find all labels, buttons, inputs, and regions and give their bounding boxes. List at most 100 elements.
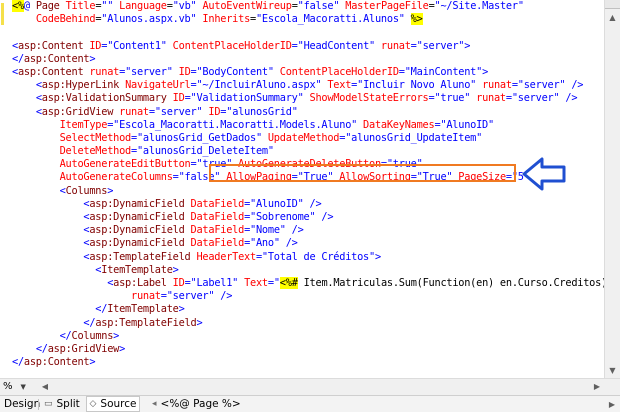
code-line[interactable]: </asp:Content> xyxy=(12,356,604,369)
code-token: "Escola_Macoratti.Alunos" xyxy=(255,13,405,26)
scroll-up-icon[interactable]: ▲ xyxy=(605,9,620,25)
code-editor[interactable]: <%@ Page Title="" Language="vb" AutoEven… xyxy=(0,0,604,378)
code-token: ItemType xyxy=(59,118,108,131)
code-token: "Nome" xyxy=(250,224,286,237)
code-token: HeaderText xyxy=(196,250,256,263)
code-token: asp:Content xyxy=(17,65,84,78)
code-line[interactable]: <asp:Content ID="Content1" ContentPlaceH… xyxy=(12,40,604,53)
code-line[interactable]: ItemType="Escola_Macoratti.Macoratti.Mod… xyxy=(12,119,604,132)
code-line[interactable]: DeleteMethod="alunosGrid_DeleteItem" xyxy=(12,145,604,158)
code-line[interactable]: runat="server" /> xyxy=(12,290,604,303)
code-line[interactable]: SelectMethod="alunosGrid_GetDados" Updat… xyxy=(12,132,604,145)
code-token: runat xyxy=(482,79,512,92)
code-token: "server" xyxy=(416,39,465,52)
code-token: "alunosGrid_GetDados" xyxy=(136,131,262,144)
code-token: AutoGenerateColumns xyxy=(59,171,173,184)
code-token: "Content1" xyxy=(107,39,167,52)
code-token: ID xyxy=(89,39,102,52)
code-token: ID xyxy=(172,276,185,289)
code-token: DataField xyxy=(190,224,245,237)
code-line[interactable]: <Columns> xyxy=(12,185,604,198)
code-token: UpdateMethod xyxy=(267,131,340,144)
code-token: DataField xyxy=(190,211,245,223)
highlight-box-paging-attributes xyxy=(209,164,516,182)
code-token: > xyxy=(89,52,96,65)
breadcrumb-scroll-right-icon[interactable]: ▶ xyxy=(606,398,618,410)
code-token: DataKeyNames xyxy=(363,118,435,131)
code-token: asp:ValidationSummary xyxy=(41,92,167,105)
code-line[interactable]: <ItemTemplate> xyxy=(12,264,604,277)
code-line[interactable]: <asp:Content runat="server" ID="BodyCont… xyxy=(12,66,604,79)
splitter-handle[interactable] xyxy=(605,0,620,9)
code-line[interactable] xyxy=(12,26,604,39)
code-token: <%# xyxy=(279,276,298,289)
code-line[interactable]: </Columns> xyxy=(12,330,604,343)
code-token: runat xyxy=(89,65,120,78)
code-line[interactable]: </asp:TemplateField> xyxy=(12,317,604,330)
code-line[interactable]: </ItemTemplate> xyxy=(12,303,604,316)
scroll-down-icon[interactable]: ▼ xyxy=(605,362,620,378)
code-line[interactable]: <asp:DynamicField DataField="Sobrenome" … xyxy=(12,211,604,224)
code-line[interactable]: </asp:GridView> xyxy=(12,343,604,356)
vertical-scrollbar[interactable]: ▲ ▼ xyxy=(604,0,620,378)
code-token: runat xyxy=(131,290,161,303)
code-token: Item.Matriculas.Sum(Function(en) en.Curs… xyxy=(297,276,604,289)
scroll-right-icon[interactable]: ▶ xyxy=(590,379,604,394)
code-token: "Label1" xyxy=(190,276,239,289)
code-token: > xyxy=(172,263,179,276)
scrollbar-corner xyxy=(604,379,620,394)
code-token: </ xyxy=(95,303,108,316)
code-token: Page xyxy=(35,0,60,12)
breadcrumb-item[interactable]: <%@ Page %> xyxy=(161,398,241,410)
code-token: Language xyxy=(119,0,167,12)
code-line[interactable]: <asp:DynamicField DataField="AlunoID" /> xyxy=(12,198,604,211)
code-token: NavigateUrl xyxy=(125,79,191,92)
code-token: asp:DynamicField xyxy=(89,237,185,250)
code-line[interactable]: <%@ Page Title="" Language="vb" AutoEven… xyxy=(12,0,604,13)
code-token: "HeadContent" xyxy=(297,39,376,52)
code-token: ContentPlaceHolderID xyxy=(172,39,292,52)
code-token: asp:Content xyxy=(23,356,90,369)
tab-design[interactable]: Design xyxy=(4,396,40,412)
tab-split[interactable]: ▭ Split xyxy=(44,396,80,412)
code-token: MasterPageFile xyxy=(345,0,429,12)
zoom-value: % xyxy=(3,381,13,392)
code-line[interactable]: </asp:Content> xyxy=(12,53,604,66)
code-line[interactable]: <asp:DynamicField DataField="Ano" /> xyxy=(12,237,604,250)
code-line[interactable]: <asp:GridView runat="server" ID="alunosG… xyxy=(12,106,604,119)
code-line[interactable]: <asp:ValidationSummary ID="ValidationSum… xyxy=(12,92,604,105)
editor-gutter xyxy=(0,0,4,378)
code-token: asp:GridView xyxy=(47,342,120,355)
code-token: </ xyxy=(83,316,96,329)
change-marker xyxy=(1,3,4,25)
code-token: "Incluir Novo Aluno" xyxy=(357,79,477,92)
zoom-dropdown[interactable]: % ▼ xyxy=(0,379,36,394)
code-lines[interactable]: <%@ Page Title="" Language="vb" AutoEven… xyxy=(12,0,604,369)
code-token: Text xyxy=(327,79,352,92)
tab-split-label: Split xyxy=(56,398,80,410)
code-line[interactable]: <asp:DynamicField DataField="Nome" /> xyxy=(12,224,604,237)
code-token: asp:TemplateField xyxy=(89,250,191,263)
breadcrumb[interactable]: ◂ <%@ Page %> xyxy=(152,396,241,412)
scroll-left-icon[interactable]: ◀ xyxy=(38,379,52,394)
code-token: runat xyxy=(119,105,149,118)
code-line[interactable]: <asp:HyperLink NavigateUrl="~/IncluirAlu… xyxy=(12,79,604,92)
code-token: "Total de Créditos" xyxy=(261,250,375,263)
code-token: ShowModelStateErrors xyxy=(309,92,429,105)
code-token: "Alunos.aspx.vb" xyxy=(101,13,197,26)
code-line[interactable]: CodeBehind="Alunos.aspx.vb" Inherits="Es… xyxy=(12,13,604,26)
code-token: ItemTemplate xyxy=(107,303,179,316)
tab-source[interactable]: ◇ Source xyxy=(86,396,140,412)
code-line[interactable]: <asp:Label ID="Label1" Text="<%# Item.Ma… xyxy=(12,276,604,290)
code-line[interactable]: <asp:TemplateField HeaderText="Total de … xyxy=(12,251,604,264)
arrow-left-icon xyxy=(522,157,566,191)
code-token: asp:Content xyxy=(17,39,84,52)
tab-design-label: Design xyxy=(4,398,41,410)
